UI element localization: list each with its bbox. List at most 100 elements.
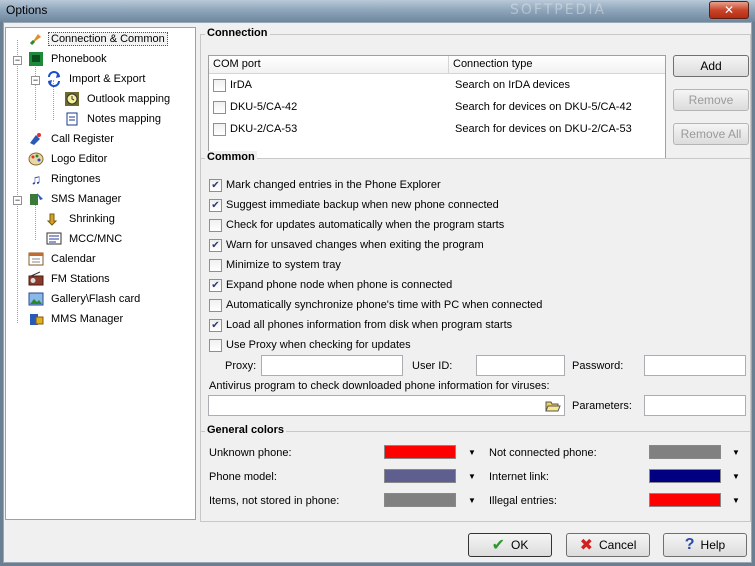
option-label: Expand phone node when phone is connecte… <box>226 279 453 291</box>
radio-icon <box>28 271 44 287</box>
chevron-down-icon[interactable]: ▼ <box>467 448 477 458</box>
internet-link-label: Internet link: <box>489 471 549 483</box>
option-checkbox[interactable] <box>209 298 222 312</box>
phone-model-label: Phone model: <box>209 471 277 483</box>
close-button[interactable]: ✕ <box>709 1 749 19</box>
chevron-down-icon[interactable]: ▼ <box>731 448 741 458</box>
help-button[interactable]: ? Help <box>663 533 747 557</box>
chevron-down-icon[interactable]: ▼ <box>467 496 477 506</box>
common-option[interactable]: Minimize to system tray <box>209 257 341 273</box>
common-title: Common <box>205 151 257 163</box>
illegal-entries-label: Illegal entries: <box>489 495 557 507</box>
option-label: Check for updates automatically when the… <box>226 219 505 231</box>
items-not-stored-color[interactable] <box>384 493 456 507</box>
option-checkbox[interactable] <box>209 178 222 192</box>
tree-item-logo-editor[interactable]: Logo Editor <box>28 150 110 168</box>
expander-sms-manager[interactable]: − <box>13 196 22 205</box>
parameters-label: Parameters: <box>572 400 632 412</box>
window-title: Options <box>6 3 48 17</box>
notes-icon <box>64 111 80 127</box>
shrinking-icon <box>46 211 62 227</box>
general-colors-group: General colors Unknown phone: ▼ Phone mo… <box>200 424 751 522</box>
option-checkbox[interactable] <box>209 218 222 232</box>
proxy-label: Proxy: <box>225 360 257 372</box>
chevron-down-icon[interactable]: ▼ <box>731 496 741 506</box>
common-option[interactable]: Load all phones information from disk wh… <box>209 317 512 333</box>
column-connection-type[interactable]: Connection type <box>449 56 665 73</box>
row-checkbox[interactable] <box>213 78 226 92</box>
options-tree[interactable]: − − − Connection & Common Phonebook Impo… <box>5 27 196 520</box>
internet-link-color[interactable] <box>649 469 721 483</box>
userid-input[interactable] <box>476 355 565 376</box>
option-label: Load all phones information from disk wh… <box>226 319 513 331</box>
folder-open-icon[interactable] <box>543 397 563 414</box>
unknown-phone-color[interactable] <box>384 445 456 459</box>
help-icon: ? <box>684 536 695 553</box>
import-export-icon <box>46 71 62 87</box>
checkmark-icon: ✔ <box>491 537 506 554</box>
not-connected-label: Not connected phone: <box>489 447 597 459</box>
proxy-input[interactable] <box>261 355 403 376</box>
option-checkbox[interactable] <box>209 258 222 272</box>
expander-phonebook[interactable]: − <box>13 56 22 65</box>
tree-item-mcc-mnc[interactable]: MCC/MNC <box>46 230 125 248</box>
outlook-icon <box>64 91 80 107</box>
tree-item-phonebook[interactable]: Phonebook <box>28 50 110 68</box>
column-com-port[interactable]: COM port <box>209 56 449 73</box>
option-label: Minimize to system tray <box>226 259 341 271</box>
parameters-input[interactable] <box>644 395 746 416</box>
option-label: Warn for unsaved changes when exiting th… <box>226 239 484 251</box>
options-window: − − − Connection & Common Phonebook Impo… <box>3 22 752 563</box>
row-checkbox[interactable] <box>213 100 226 114</box>
chevron-down-icon[interactable]: ▼ <box>731 472 741 482</box>
common-option[interactable]: Automatically synchronize phone's time w… <box>209 297 542 313</box>
calendar-icon <box>28 251 44 267</box>
watermark: SOFTPEDIA <box>510 2 607 18</box>
password-label: Password: <box>572 360 624 372</box>
connection-row[interactable]: IrDA Search on IrDA devices <box>209 74 665 96</box>
illegal-entries-color[interactable] <box>649 493 721 507</box>
connection-row[interactable]: DKU-2/CA-53 Search for devices on DKU-2/… <box>209 118 665 140</box>
tree-item-ringtones[interactable]: ♫ Ringtones <box>28 170 104 188</box>
add-button[interactable]: Add <box>673 55 749 77</box>
tree-item-shrinking[interactable]: Shrinking <box>46 210 118 228</box>
row-checkbox[interactable] <box>213 122 226 136</box>
ringtones-icon: ♫ <box>30 171 42 187</box>
remove-button[interactable]: Remove <box>673 89 749 111</box>
tree-item-outlook-mapping[interactable]: Outlook mapping <box>64 90 173 108</box>
cancel-button[interactable]: ✖ Cancel <box>566 533 650 557</box>
option-checkbox[interactable] <box>209 318 222 332</box>
not-connected-color[interactable] <box>649 445 721 459</box>
tree-item-gallery[interactable]: Gallery\Flash card <box>28 290 143 308</box>
use-proxy-option[interactable]: Use Proxy when checking for updates <box>209 337 411 353</box>
logo-editor-icon <box>28 151 44 167</box>
ok-button[interactable]: ✔ OK <box>468 533 552 557</box>
option-checkbox[interactable] <box>209 278 222 292</box>
tree-item-fm-stations[interactable]: FM Stations <box>28 270 113 288</box>
chevron-down-icon[interactable]: ▼ <box>467 472 477 482</box>
common-option[interactable]: Expand phone node when phone is connecte… <box>209 277 452 293</box>
tree-item-import-export[interactable]: Import & Export <box>46 70 148 88</box>
expander-import-export[interactable]: − <box>31 76 40 85</box>
phone-model-color[interactable] <box>384 469 456 483</box>
option-checkbox[interactable] <box>209 198 222 212</box>
antivirus-path-input[interactable] <box>208 395 565 416</box>
tree-item-notes-mapping[interactable]: Notes mapping <box>64 110 164 128</box>
connection-list[interactable]: COM port Connection type IrDA Search on … <box>208 55 666 165</box>
remove-all-button[interactable]: Remove All <box>673 123 749 145</box>
tree-item-calendar[interactable]: Calendar <box>28 250 99 268</box>
tree-item-mms-manager[interactable]: MMS Manager <box>28 310 126 328</box>
mcc-mnc-icon <box>46 231 62 247</box>
connection-row[interactable]: DKU-5/CA-42 Search for devices on DKU-5/… <box>209 96 665 118</box>
use-proxy-checkbox[interactable] <box>209 338 222 352</box>
unknown-phone-label: Unknown phone: <box>209 447 292 459</box>
tree-item-call-register[interactable]: Call Register <box>28 130 117 148</box>
common-option[interactable]: Warn for unsaved changes when exiting th… <box>209 237 484 253</box>
common-option[interactable]: Suggest immediate backup when new phone … <box>209 197 499 213</box>
tree-item-sms-manager[interactable]: SMS Manager <box>28 190 124 208</box>
password-input[interactable] <box>644 355 746 376</box>
option-checkbox[interactable] <box>209 238 222 252</box>
common-option[interactable]: Mark changed entries in the Phone Explor… <box>209 177 441 193</box>
common-option[interactable]: Check for updates automatically when the… <box>209 217 504 233</box>
tree-item-connection-common[interactable]: Connection & Common <box>28 30 168 48</box>
